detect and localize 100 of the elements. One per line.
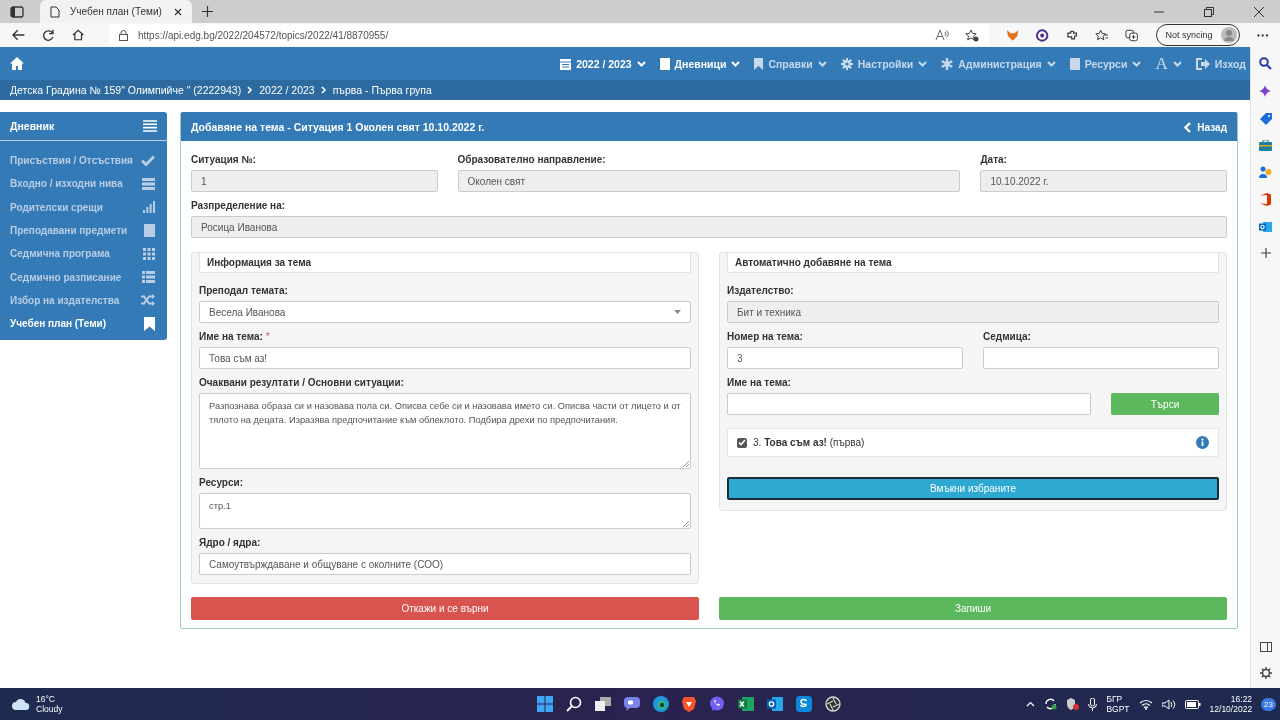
save-button[interactable]: Запиши [719, 597, 1227, 620]
nav-menu-item[interactable]: Справки [754, 57, 827, 70]
favorites-icon[interactable] [1094, 28, 1109, 42]
nav-menu-item[interactable]: Администрация [941, 57, 1056, 70]
browser-tab[interactable]: Учебен план (Теми) [40, 0, 192, 23]
breadcrumb-link[interactable]: Детска Градина № 159" Олимпийче " (2222943) [10, 84, 242, 96]
back-icon[interactable] [12, 29, 26, 41]
checkbox[interactable] [737, 437, 747, 448]
search-icon[interactable] [566, 696, 583, 712]
office-icon[interactable] [1260, 193, 1271, 206]
resize-grip-icon[interactable] [683, 461, 689, 467]
nav-menu-item[interactable]: A [1155, 53, 1182, 74]
text-area[interactable]: стр.1 [199, 493, 691, 529]
spreadsheet-icon[interactable] [738, 696, 755, 712]
sidebar-item[interactable]: Присъствия / Отсъствия [0, 149, 167, 173]
input-field[interactable]: Това съм аз! [199, 347, 691, 369]
call-app-icon[interactable] [796, 696, 813, 712]
start-icon[interactable] [537, 696, 554, 712]
sync-icon[interactable] [1044, 698, 1058, 710]
breadcrumb-link[interactable]: първа - Първа група [332, 84, 432, 96]
favorite-star-icon[interactable] [965, 28, 979, 42]
sidebar-item[interactable]: Избор на издателства [0, 288, 167, 313]
microphone-icon[interactable] [1088, 697, 1098, 711]
mail-icon[interactable] [1259, 221, 1272, 233]
clock[interactable]: 16:22 12/10/2022 [1209, 694, 1253, 714]
input-field[interactable]: Самоутвърждаване и общуване с околните (СОО) [199, 553, 691, 575]
task-view-icon[interactable] [595, 697, 612, 711]
nav-menu-item[interactable]: Изход [1195, 57, 1246, 70]
cloud-icon [12, 698, 30, 710]
select-field[interactable]: Весела Иванова [199, 301, 691, 323]
tab-actions-icon[interactable] [10, 5, 24, 18]
home-icon[interactable] [71, 29, 84, 41]
sidebar-toggle-icon[interactable] [1259, 642, 1272, 652]
fox-extension-icon[interactable] [1006, 28, 1020, 42]
breadcrumb-link[interactable]: 2022 / 2023 [259, 84, 315, 96]
sparkle-icon[interactable] [1259, 85, 1272, 98]
close-icon[interactable] [1254, 6, 1264, 17]
more-icon[interactable] [1256, 33, 1268, 37]
input-field[interactable]: Околен свят [457, 170, 961, 192]
group-title: Информация за тема [199, 253, 691, 273]
notification-badge[interactable]: 23 [1261, 697, 1276, 711]
calendar-icon [560, 57, 572, 70]
input-field[interactable] [727, 393, 1091, 415]
security-icon[interactable] [1066, 698, 1080, 710]
group-title: Автоматично добавяне на тема [727, 253, 1219, 273]
close-icon[interactable] [174, 7, 182, 16]
collections-icon[interactable] [1125, 28, 1139, 42]
nav-menu-item[interactable]: Дневници [659, 57, 741, 70]
info-icon[interactable] [1196, 436, 1209, 449]
insert-selected-button[interactable]: Вмъкни избраните [727, 477, 1219, 500]
restore-icon[interactable] [1204, 6, 1214, 17]
sidebar-item[interactable]: Преподавани предмети [0, 218, 167, 243]
input-field[interactable]: 1 [191, 170, 438, 192]
settings-icon[interactable] [1259, 667, 1272, 679]
weather-widget[interactable]: 16°C Cloudy [12, 694, 63, 714]
ring-extension-icon[interactable] [1036, 28, 1049, 42]
menu-icon[interactable] [143, 120, 157, 132]
sidebar-item[interactable]: Учебен план (Теми) [0, 312, 167, 336]
resize-grip-icon[interactable] [683, 521, 689, 527]
add-icon[interactable] [1260, 248, 1271, 258]
read-aloud-icon[interactable] [935, 29, 949, 41]
back-link[interactable]: Назад [1184, 121, 1227, 133]
cancel-button[interactable]: Откажи и се върни [191, 597, 699, 620]
input-field[interactable]: Росица Иванова [191, 216, 1227, 238]
wifi-icon[interactable] [1138, 698, 1153, 710]
shuffle-icon [141, 294, 155, 307]
aperture-icon[interactable] [825, 696, 842, 712]
browser-icon[interactable] [653, 696, 670, 712]
input-field[interactable]: Бит и техника [727, 301, 1219, 323]
search-button[interactable]: Търси [1111, 393, 1219, 415]
nav-menu-item[interactable]: 2022 / 2023 [560, 57, 646, 70]
dropdown-caret-icon [674, 310, 681, 314]
nav-menu-item[interactable]: Ресурси [1069, 57, 1142, 70]
keyboard-language-indicator[interactable]: БГР BGPT [1106, 694, 1130, 714]
input-field[interactable]: 10.10.2022 г. [980, 170, 1227, 192]
lock-icon[interactable] [119, 29, 128, 41]
extensions-icon[interactable] [1065, 28, 1078, 42]
sidebar-item[interactable]: Седмично разписание [0, 265, 167, 289]
input-field[interactable] [983, 347, 1219, 369]
mail-icon[interactable] [767, 696, 784, 712]
new-tab-icon[interactable] [202, 6, 213, 17]
briefcase-icon[interactable] [1259, 140, 1272, 151]
phone-chat-icon[interactable] [709, 696, 726, 712]
chat-icon[interactable] [624, 697, 641, 711]
chevron-up-icon[interactable] [1026, 701, 1036, 707]
lion-browser-icon[interactable] [682, 696, 697, 712]
url-field[interactable]: https://api.edg.bg/2022/204572/topics/2022/41/8870955/ [138, 29, 389, 41]
signal-bars-icon [143, 201, 155, 214]
text-area[interactable]: Разпознава образа си и назовава пола си. Описва себе си и назовава името си. Описва части от лицето и от тялото на децата. Изразява предпочитание към облеклото. Подбира дрехи по предпочитания. [199, 393, 691, 469]
sidebar-item[interactable]: Входно / изходни нива [0, 172, 167, 196]
battery-icon[interactable] [1184, 699, 1201, 709]
tag-icon[interactable] [1259, 113, 1272, 125]
refresh-icon[interactable] [42, 28, 55, 42]
volume-icon[interactable] [1161, 698, 1176, 710]
sidebar-item[interactable]: Родителски срещи [0, 195, 167, 219]
search-icon[interactable] [1259, 57, 1272, 70]
sidebar-item[interactable]: Седмична програма [0, 242, 167, 266]
input-field[interactable]: 3 [727, 347, 963, 369]
nav-menu-item[interactable]: Настройки [840, 57, 928, 70]
people-icon[interactable] [1259, 166, 1272, 178]
